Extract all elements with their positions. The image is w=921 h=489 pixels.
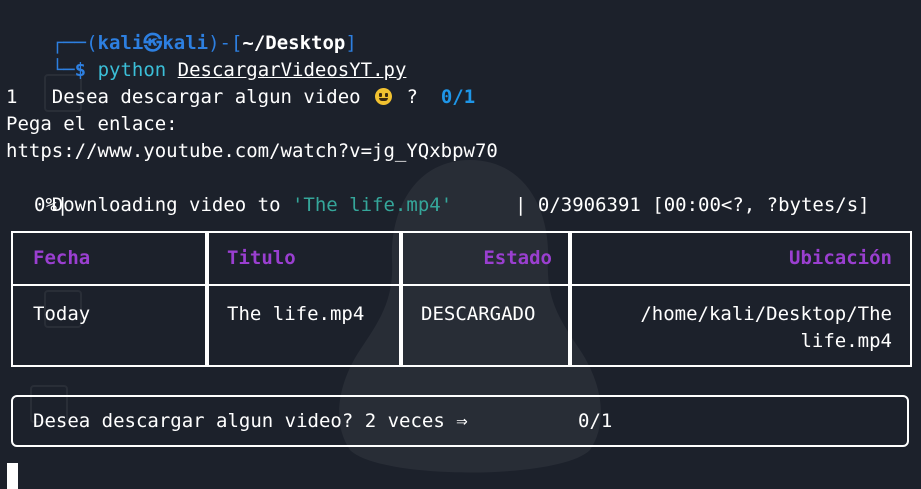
table-header-cell: Estado	[399, 231, 572, 286]
summary-text: Desea descargar algun video? 2 veces ⇒	[33, 410, 468, 432]
command-line: └─$ python DescargarVideosYT.py	[6, 30, 407, 81]
table-header-cell: Titulo	[205, 231, 403, 286]
cell-fecha: Today	[33, 303, 91, 325]
question-line: Desea descargar algun video ? 0/1	[6, 57, 475, 108]
downloading-prefix: Downloading video to	[51, 194, 292, 216]
header-fecha: Fecha	[33, 247, 91, 269]
table-row: The life.mp4	[205, 284, 403, 367]
header-ubicacion: Ubicación	[789, 247, 892, 269]
table-header-cell: Ubicación	[568, 231, 912, 286]
summary-count: 0/1	[578, 410, 613, 432]
cell-ubicacion-line1: /home/kali/Desktop/The	[640, 303, 892, 325]
header-estado: Estado	[483, 247, 552, 269]
question-suffix: ?	[395, 86, 441, 108]
prompt-line: ┌──(kali㉿kali)-[~/Desktop]	[6, 3, 357, 54]
terminal-window[interactable]: ┌──(kali㉿kali)-[~/Desktop] └─$ python De…	[0, 0, 921, 489]
answer-line: 1	[6, 86, 18, 108]
progress-stats: | 0/3906391 [00:00<?, ?bytes/s]	[515, 194, 870, 216]
url-line[interactable]: https://www.youtube.com/watch?v=jg_YQxbp…	[6, 138, 498, 165]
summary-panel: Desea descargar algun video? 2 veces ⇒ 0…	[11, 395, 909, 447]
header-titulo: Titulo	[227, 247, 296, 269]
table-row: /home/kali/Desktop/The life.mp4	[568, 284, 912, 367]
table-header-cell: Fecha	[11, 231, 209, 286]
cell-ubicacion-line2: life.mp4	[800, 330, 892, 352]
smiling-face-icon	[375, 88, 393, 105]
progress-percent: 0%|	[34, 194, 69, 216]
downloading-line: Downloading video to 'The life.mp4'	[6, 165, 452, 216]
question-counter: 0/1	[440, 86, 476, 108]
cell-estado: DESCARGADO	[421, 303, 536, 325]
table-row: DESCARGADO	[399, 284, 572, 367]
cell-titulo: The life.mp4	[227, 303, 365, 325]
terminal-cursor[interactable]	[7, 463, 18, 489]
table-row: Today	[11, 284, 209, 367]
question-text: Desea descargar algun video	[51, 86, 361, 108]
downloading-filename: 'The life.mp4'	[291, 194, 453, 216]
paste-prompt-line: Pega el enlace:	[6, 113, 178, 135]
downloads-table: Fecha Titulo Estado Ubicación Today The …	[11, 231, 912, 367]
